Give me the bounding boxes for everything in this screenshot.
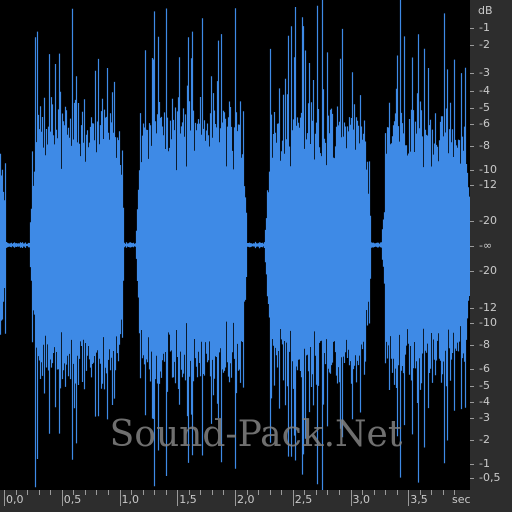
- db-tick-mark: [470, 345, 474, 346]
- db-tick-mark: [470, 440, 474, 441]
- db-tick-label: -10: [479, 163, 497, 176]
- db-tick-label: -4: [479, 84, 490, 97]
- time-tick-label: 3,5: [410, 493, 428, 506]
- db-tick-label: -6: [479, 117, 490, 130]
- time-minor-tick: [211, 490, 213, 495]
- time-minor-tick: [269, 490, 271, 495]
- db-tick-label: -12: [479, 178, 497, 191]
- db-tick-mark: [470, 386, 474, 387]
- time-tick-label: 3,0: [352, 493, 371, 506]
- time-tick-mark: [61, 490, 63, 506]
- time-tick-mark: [119, 490, 121, 506]
- db-tick-label: -10: [479, 316, 497, 329]
- db-tick-label: -20: [479, 214, 497, 227]
- db-tick-label: -8: [479, 139, 490, 152]
- time-minor-tick: [281, 490, 283, 495]
- time-ruler: sec 0,0 0,5 1,0 1,5 2,0 2,5 3,0 3,5: [0, 490, 512, 512]
- db-tick-label: -5: [479, 101, 490, 114]
- time-minor-tick: [315, 490, 317, 495]
- time-minor-tick: [304, 490, 306, 495]
- time-tick-mark: [235, 490, 236, 506]
- db-tick-label: -1: [479, 457, 490, 470]
- db-tick-mark: [470, 478, 474, 479]
- db-tick-mark: [470, 146, 474, 147]
- db-tick-mark: [470, 221, 474, 222]
- db-tick-mark: [470, 418, 474, 419]
- time-minor-tick: [246, 490, 248, 495]
- amplitude-ruler: dB -1 -2 -3 -4 -5 -6 -8 -10 -12 -20 -∞ -20 -12 -10 -8 -…: [470, 0, 512, 490]
- time-minor-tick: [396, 490, 398, 495]
- time-tick-mark: [408, 490, 410, 506]
- time-minor-tick: [50, 490, 52, 495]
- db-tick-mark: [470, 45, 474, 46]
- time-minor-tick: [84, 490, 86, 495]
- time-minor-tick: [96, 490, 98, 495]
- time-tick-label: 2,5: [294, 493, 313, 506]
- db-unit-label: dB: [478, 4, 493, 17]
- time-minor-tick: [454, 490, 456, 495]
- time-minor-tick: [385, 490, 387, 495]
- time-minor-tick: [419, 490, 421, 495]
- db-tick-mark: [470, 246, 474, 247]
- time-minor-tick: [27, 490, 29, 495]
- time-minor-tick: [15, 490, 17, 495]
- db-tick-label: -3: [479, 411, 490, 424]
- time-minor-tick: [107, 490, 109, 495]
- time-minor-tick: [142, 490, 144, 495]
- db-tick-label: -20: [479, 264, 497, 277]
- db-tick-label: -2: [479, 433, 490, 446]
- time-tick-mark: [177, 490, 179, 506]
- time-minor-tick: [223, 490, 225, 495]
- db-tick-mark: [470, 369, 474, 370]
- time-minor-tick: [188, 490, 190, 495]
- time-minor-tick: [442, 490, 444, 495]
- watermark-text: Sound-Pack.Net: [109, 414, 403, 455]
- time-tick-label: 1,5: [179, 493, 197, 506]
- time-minor-tick: [373, 490, 375, 495]
- time-tick-label: 0,0: [6, 493, 24, 506]
- time-minor-tick: [431, 490, 433, 495]
- db-tick-label: -1: [479, 21, 490, 34]
- time-minor-tick: [258, 490, 260, 495]
- time-tick-mark: [292, 490, 294, 506]
- time-minor-tick: [73, 490, 75, 495]
- db-tick-mark: [470, 28, 474, 29]
- time-tick-mark: [350, 490, 352, 506]
- db-tick-mark: [470, 124, 474, 125]
- db-tick-label: -6: [479, 362, 490, 375]
- time-tick-label: 0,5: [63, 493, 82, 506]
- db-tick-label: -∞: [479, 239, 493, 252]
- db-tick-mark: [470, 464, 474, 465]
- db-tick-label: -4: [479, 395, 490, 408]
- waveform-view[interactable]: Sound-Pack.Net: [0, 0, 470, 490]
- db-tick-mark: [470, 170, 474, 171]
- db-tick-label: -8: [479, 338, 490, 351]
- time-minor-tick: [165, 490, 167, 495]
- time-minor-tick: [200, 490, 202, 495]
- time-minor-tick: [327, 490, 329, 495]
- db-tick-mark: [470, 73, 474, 74]
- db-tick-mark: [470, 323, 474, 324]
- db-tick-mark: [470, 108, 474, 109]
- db-tick-label: -3: [479, 66, 490, 79]
- db-tick-mark: [470, 271, 474, 272]
- time-tick-mark: [4, 490, 5, 506]
- time-minor-tick: [38, 490, 40, 495]
- db-tick-label: -2: [479, 38, 490, 51]
- db-tick-mark: [470, 185, 474, 186]
- audio-editor: Sound-Pack.Net dB -1 -2 -3 -4 -5 -6 -8 -10 -12 -2…: [0, 0, 512, 512]
- time-minor-tick: [362, 490, 364, 495]
- db-tick-label: -0,5: [479, 471, 501, 484]
- db-tick-mark: [470, 308, 474, 309]
- time-minor-tick: [154, 490, 156, 495]
- db-tick-label: -12: [479, 301, 497, 314]
- time-minor-tick: [131, 490, 133, 495]
- db-tick-mark: [470, 91, 474, 92]
- db-tick-label: -5: [479, 379, 490, 392]
- db-tick-mark: [470, 402, 474, 403]
- time-tick-label: 1,0: [121, 493, 140, 506]
- time-unit-label: sec: [452, 493, 471, 506]
- time-tick-label: 2,0: [237, 493, 255, 506]
- time-minor-tick: [338, 490, 340, 495]
